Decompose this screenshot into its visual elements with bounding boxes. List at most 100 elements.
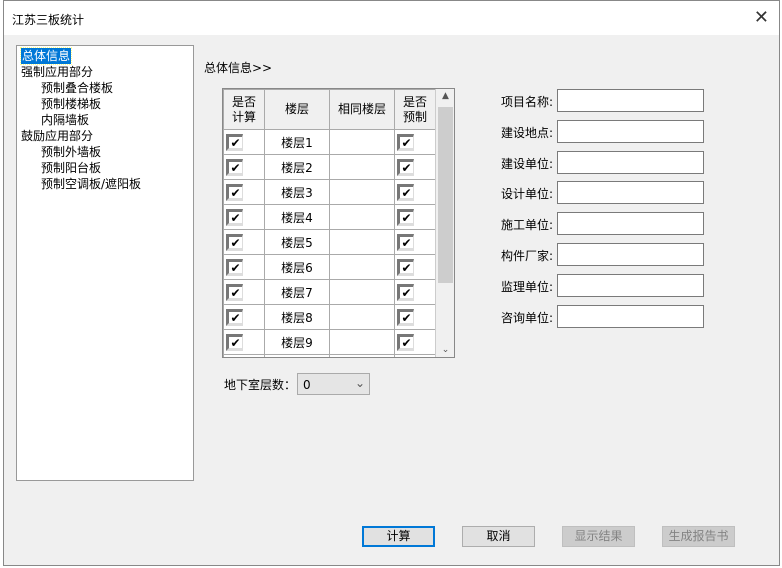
checkbox[interactable]: ✔: [226, 283, 243, 301]
table-row: ✔ 楼层2 ✔: [223, 154, 436, 180]
tree-item[interactable]: 预制阳台板: [21, 160, 189, 176]
checkbox[interactable]: ✔: [397, 158, 414, 176]
same-floor-cell[interactable]: [329, 354, 395, 357]
checkbox[interactable]: ✔: [397, 283, 414, 301]
tree-item[interactable]: 预制楼梯板: [21, 96, 189, 112]
field-input[interactable]: [557, 150, 704, 174]
cancel-button[interactable]: 取消: [462, 526, 535, 547]
field-input[interactable]: [557, 212, 704, 236]
table-row: ✔ 楼层5 ✔: [223, 229, 436, 255]
table-row: ✔ 楼层9 ✔: [223, 329, 436, 355]
floor-cell[interactable]: 楼层3: [264, 179, 330, 205]
checkbox[interactable]: ✔: [397, 308, 414, 326]
floor-cell[interactable]: 楼层4: [264, 204, 330, 230]
tree-item[interactable]: 鼓励应用部分: [21, 128, 189, 144]
tree-item[interactable]: 预制空调板/遮阳板: [21, 176, 189, 192]
grid-scrollbar[interactable]: ▲ ⌄: [435, 89, 454, 357]
column-header: 是否 预制: [394, 89, 436, 130]
table-row: ✔✔: [223, 354, 436, 357]
tree-item[interactable]: 内隔墙板: [21, 112, 189, 128]
tree-item-label: 强制应用部分: [21, 65, 94, 79]
window-title: 江苏三板统计: [12, 13, 85, 27]
field-label: 建设地点:: [500, 125, 553, 140]
table-row: ✔ 楼层3 ✔: [223, 179, 436, 205]
checkbox[interactable]: ✔: [226, 208, 243, 226]
checkbox[interactable]: ✔: [226, 158, 243, 176]
floor-cell[interactable]: 楼层5: [264, 229, 330, 255]
tree-item[interactable]: 强制应用部分: [21, 64, 189, 80]
floor-cell[interactable]: 楼层7: [264, 279, 330, 305]
field-input[interactable]: [557, 181, 704, 205]
column-header: 是否 计算: [223, 89, 265, 130]
checkbox[interactable]: ✔: [226, 308, 243, 326]
chevron-down-icon: ⌄: [354, 376, 365, 390]
checkbox[interactable]: ✔: [226, 233, 243, 251]
field-input[interactable]: [557, 304, 704, 328]
tree-item[interactable]: 预制叠合楼板: [21, 80, 189, 96]
floor-cell[interactable]: 楼层1: [264, 129, 330, 155]
checkbox[interactable]: ✔: [397, 333, 414, 351]
field-label: 项目名称:: [500, 95, 553, 109]
field-input[interactable]: [557, 119, 704, 143]
column-header: 楼层: [264, 89, 330, 130]
same-floor-cell[interactable]: [329, 304, 395, 330]
same-floor-cell[interactable]: [329, 279, 395, 305]
field-label: 咨询单位:: [500, 310, 553, 325]
field-input[interactable]: [557, 273, 704, 297]
basement-count-select[interactable]: 0 ⌄: [297, 373, 370, 395]
tree-item-label: 预制楼梯板: [41, 97, 102, 111]
tree-item-label: 鼓励应用部分: [21, 129, 94, 143]
scroll-up-icon[interactable]: ▲: [436, 91, 454, 101]
scroll-thumb[interactable]: [438, 107, 453, 283]
tree-item-label: 预制外墙板: [41, 145, 102, 159]
same-floor-cell[interactable]: [329, 329, 395, 355]
checkbox[interactable]: ✔: [397, 258, 414, 276]
checkbox[interactable]: ✔: [397, 233, 414, 251]
field-input[interactable]: [557, 243, 704, 266]
calculate-button[interactable]: 计算: [362, 526, 435, 547]
checkbox[interactable]: ✔: [226, 333, 243, 351]
floor-cell[interactable]: 楼层9: [264, 329, 330, 355]
field-input[interactable]: [557, 89, 704, 112]
table-row: ✔ 楼层8 ✔: [223, 304, 436, 330]
table-row: ✔ 楼层7 ✔: [223, 279, 436, 305]
field-label: 构件厂家:: [500, 249, 553, 263]
checkbox[interactable]: ✔: [226, 258, 243, 276]
same-floor-cell[interactable]: [329, 179, 395, 205]
floor-cell[interactable]: 楼层2: [264, 154, 330, 180]
field-label: 建设单位:: [500, 156, 553, 171]
tree-item-label: 总体信息: [19, 47, 73, 65]
same-floor-cell[interactable]: [329, 204, 395, 230]
field-label: 监理单位:: [500, 279, 553, 294]
same-floor-cell[interactable]: [329, 129, 395, 155]
column-header: 相同楼层: [329, 89, 395, 130]
floor-cell[interactable]: 楼层8: [264, 304, 330, 330]
checkbox[interactable]: ✔: [397, 133, 414, 151]
show-result-button[interactable]: 显示结果: [562, 526, 635, 547]
same-floor-cell[interactable]: [329, 254, 395, 280]
category-tree[interactable]: 总体信息 强制应用部分 预制叠合楼板 预制楼梯板内隔墙板鼓励应用部分预制外墙板 预制阳台…: [16, 45, 194, 481]
same-floor-cell[interactable]: [329, 154, 395, 180]
checkbox[interactable]: ✔: [226, 183, 243, 201]
floor-cell[interactable]: [264, 354, 330, 357]
dialog-window: 江苏三板统计 ✕ 总体信息 强制应用部分 预制叠合楼板 预制楼梯板内隔墙板鼓励应用部分…: [3, 0, 780, 566]
field-label: 设计单位:: [500, 187, 553, 202]
tree-item[interactable]: 预制外墙板: [21, 144, 189, 160]
checkbox[interactable]: ✔: [397, 183, 414, 201]
tree-item-label: 内隔墙板: [41, 113, 90, 127]
table-row: ✔ 楼层4 ✔: [223, 204, 436, 230]
tree-item[interactable]: 总体信息: [19, 47, 189, 65]
basement-label: 地下室层数：: [224, 378, 297, 392]
field-label: 施工单位:: [500, 218, 553, 233]
same-floor-cell[interactable]: [329, 229, 395, 255]
checkbox[interactable]: ✔: [226, 133, 243, 151]
checkbox[interactable]: ✔: [397, 208, 414, 226]
floor-cell[interactable]: 楼层6: [264, 254, 330, 280]
title-bar: 江苏三板统计 ✕: [4, 1, 779, 35]
scroll-down-icon[interactable]: ⌄: [436, 345, 454, 355]
close-icon[interactable]: ✕: [754, 7, 769, 28]
table-row: ✔ 楼层1 ✔: [223, 129, 436, 155]
floor-grid: 是否 计算 楼层 相同楼层 是否 预制 ✔ 楼层1 ✔ ✔ 楼层2 ✔ ✔ 楼层3 ✔ ✔ 楼层4 ✔ ✔ 楼层…: [222, 88, 455, 358]
tree-item-label: 预制空调板/遮阳板: [41, 177, 142, 191]
generate-report-button[interactable]: 生成报告书: [662, 526, 735, 547]
